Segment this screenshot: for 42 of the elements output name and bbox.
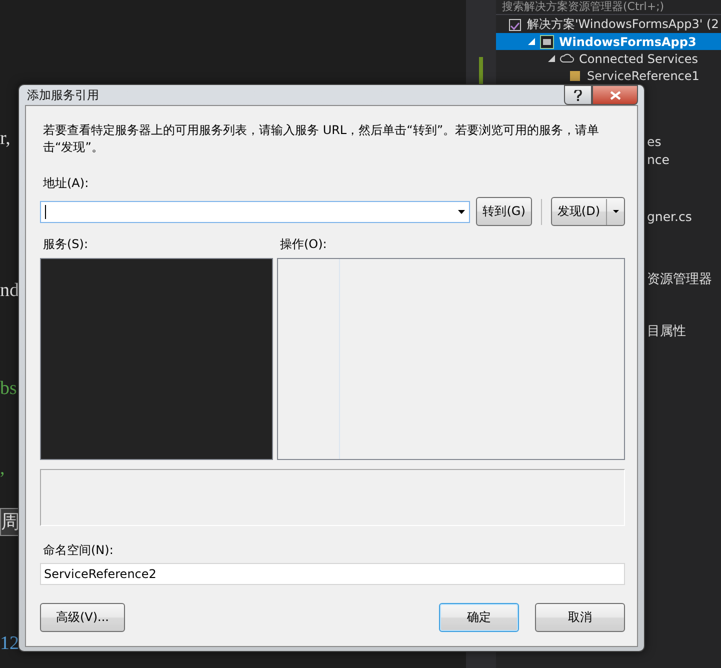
help-button[interactable]: [564, 85, 592, 105]
advanced-button[interactable]: 高级(V)...: [40, 603, 125, 632]
panel-tab[interactable]: 目属性: [647, 322, 686, 340]
help-icon: [574, 90, 582, 100]
code-text: r,: [0, 128, 10, 150]
project-icon: [540, 34, 554, 48]
services-label: 服务(S):: [42, 236, 90, 253]
search-field[interactable]: 搜索解决方案资源管理器(Ctrl+;): [496, 0, 721, 15]
tree-item-label: ServiceReference1: [587, 68, 700, 82]
tree-item-label: nce: [647, 152, 670, 167]
code-text: nd: [0, 280, 19, 302]
namespace-field[interactable]: ServiceReference2: [40, 563, 625, 585]
dropdown-arrow-icon[interactable]: [613, 210, 619, 213]
description-text: 若要查看特定服务器上的可用服务列表，请输入服务 URL，然后单击“转到”。若要浏览可用的服务，请单击“发现”。: [42, 122, 600, 156]
code-text: bs: [0, 378, 17, 400]
window-title: 添加服务引用: [26, 86, 99, 104]
address-label: 地址(A):: [42, 175, 90, 192]
code-text: ,: [0, 458, 5, 480]
close-icon: [610, 90, 620, 100]
close-button[interactable]: [592, 85, 638, 105]
code-text: 12: [0, 633, 19, 655]
tree-item-label: es: [647, 134, 662, 149]
panel-tab[interactable]: 资源管理器: [647, 270, 712, 288]
go-button[interactable]: 转到(G): [476, 197, 532, 226]
expanded-arrow-icon[interactable]: [528, 38, 535, 45]
tree-item[interactable]: ServiceReference1: [496, 67, 721, 84]
namespace-label: 命名空间(N):: [42, 542, 114, 559]
dropdown-arrow-icon[interactable]: [458, 210, 465, 214]
tree-item[interactable]: WindowsFormsApp3: [496, 33, 721, 50]
cancel-button[interactable]: 取消: [535, 603, 625, 632]
tree-item-label: Connected Services: [579, 52, 698, 66]
solution-icon: [508, 18, 522, 32]
ok-button[interactable]: 确定: [439, 603, 519, 632]
operations-label: 操作(O):: [279, 236, 327, 253]
tree-item[interactable]: Connected Services: [496, 50, 721, 67]
discover-split-button[interactable]: 发现(D): [551, 197, 625, 226]
cloud-icon: [560, 52, 574, 66]
reference-icon: [568, 68, 582, 82]
tree-item-label: gner.cs: [647, 209, 692, 224]
address-combo-field[interactable]: [40, 200, 470, 222]
tree-item-label: WindowsFormsApp3: [559, 34, 696, 48]
expanded-arrow-icon[interactable]: [548, 55, 555, 62]
